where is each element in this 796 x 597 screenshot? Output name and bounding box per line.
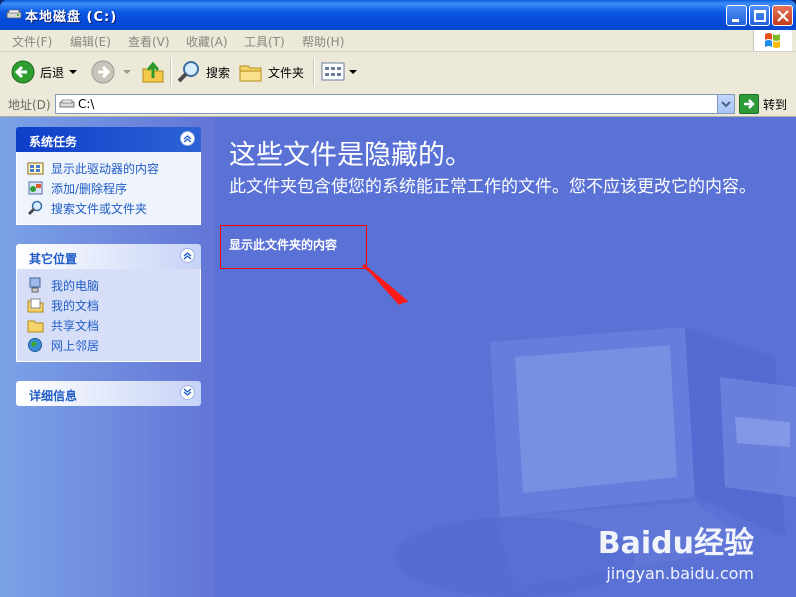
minimize-button[interactable]: [726, 5, 747, 26]
minimize-icon: [732, 19, 739, 22]
forward-arrow-icon: [91, 60, 115, 84]
search-files-link[interactable]: 搜索文件或文件夹: [17, 198, 200, 218]
drive-icon: [59, 99, 75, 108]
windows-logo: [753, 30, 792, 51]
back-arrow-icon: [11, 60, 35, 84]
system-tasks-panel: 系统任务 显示此驱动器的内容 添加/删除程序 搜索文件或文件夹: [16, 127, 201, 225]
address-input[interactable]: C:\: [55, 94, 735, 114]
toolbar: 后退 搜索 文件夹: [0, 52, 796, 93]
hidden-files-description: 此文件夹包含使您的系统能正常工作的文件。您不应该更改它的内容。: [229, 177, 756, 197]
menu-favorites[interactable]: 收藏(A): [186, 33, 228, 50]
menu-help[interactable]: 帮助(H): [302, 33, 344, 50]
up-folder-button[interactable]: [140, 58, 166, 86]
link-label: 搜索文件或文件夹: [51, 201, 148, 216]
up-folder-icon: [142, 61, 164, 83]
menu-bar: 文件(F) 编辑(E) 查看(V) 收藏(A) 工具(T) 帮助(H): [0, 30, 796, 52]
chevron-down-icon: [721, 101, 731, 108]
link-label: 我的电脑: [51, 278, 100, 293]
drive-icon: [6, 9, 22, 19]
search-button[interactable]: 搜索: [176, 58, 230, 86]
toolbar-separator: [170, 58, 172, 86]
go-button[interactable]: 转到: [739, 94, 787, 114]
panel-body: 我的电脑 我的文档 共享文档 网上邻居: [16, 269, 201, 362]
views-button[interactable]: [320, 58, 358, 86]
add-remove-programs-link[interactable]: 添加/删除程序: [17, 178, 200, 198]
chevron-down-icon: [349, 70, 357, 74]
baidu-watermark: Baidu经验 jingyan.baidu.com: [598, 518, 754, 583]
watermark-logo: Baidu经验: [597, 526, 754, 561]
panel-title: 详细信息: [29, 389, 78, 403]
collapse-icon[interactable]: [180, 248, 195, 263]
link-label: 显示此驱动器的内容: [51, 161, 160, 176]
my-computer-link[interactable]: 我的电脑: [17, 275, 200, 295]
address-value: C:\: [78, 97, 95, 111]
panel-header[interactable]: 详细信息: [16, 381, 201, 406]
my-computer-icon: [29, 277, 41, 293]
menu-tools[interactable]: 工具(T): [244, 33, 285, 50]
search-icon: [177, 61, 199, 83]
panel-title: 系统任务: [29, 135, 78, 149]
forward-button[interactable]: [90, 58, 132, 86]
window-title: 本地磁盘 (C:): [25, 10, 118, 25]
go-label: 转到: [763, 97, 788, 112]
explorer-window: 本地磁盘 (C:) 文件(F) 编辑(E) 查看(V) 收藏(A) 工具(T) …: [0, 0, 796, 597]
add-remove-programs-icon: [28, 181, 43, 195]
link-label: 我的文档: [51, 298, 100, 313]
panel-title: 其它位置: [29, 252, 78, 266]
shared-folder-icon: [27, 320, 44, 333]
expand-icon[interactable]: [180, 385, 195, 400]
shared-documents-link[interactable]: 共享文档: [17, 315, 200, 335]
link-label: 网上邻居: [51, 338, 100, 353]
show-drive-contents-link[interactable]: 显示此驱动器的内容: [17, 158, 200, 178]
watermark-url: jingyan.baidu.com: [606, 564, 754, 583]
network-globe-icon: [28, 338, 42, 352]
views-icon: [321, 62, 345, 81]
network-places-link[interactable]: 网上邻居: [17, 335, 200, 355]
close-icon: [777, 10, 789, 22]
details-panel: 详细信息: [16, 381, 201, 406]
maximize-button[interactable]: [749, 5, 770, 26]
panel-header[interactable]: 系统任务: [16, 127, 201, 152]
show-folder-contents-link[interactable]: 显示此文件夹的内容: [229, 236, 337, 253]
back-button[interactable]: 后退: [10, 58, 78, 86]
my-documents-icon: [27, 298, 44, 313]
address-dropdown[interactable]: [717, 95, 734, 113]
close-button[interactable]: [772, 5, 793, 26]
my-documents-link[interactable]: 我的文档: [17, 295, 200, 315]
menu-view[interactable]: 查看(V): [128, 33, 170, 50]
address-bar: 地址(D) C:\ 转到: [0, 92, 796, 117]
toolbar-separator: [313, 58, 315, 86]
menu-edit[interactable]: 编辑(E): [70, 33, 111, 50]
chevron-down-icon: [69, 70, 78, 74]
maximize-icon: [754, 10, 766, 22]
hidden-files-title: 这些文件是隐藏的。: [229, 140, 472, 171]
show-contents-icon: [27, 162, 44, 175]
link-label: 添加/删除程序: [51, 181, 128, 196]
windows-flag-icon: [765, 33, 780, 48]
panel-header[interactable]: 其它位置: [16, 244, 201, 269]
task-pane: 系统任务 显示此驱动器的内容 添加/删除程序 搜索文件或文件夹 其它位置 我的电…: [0, 117, 215, 597]
link-label: 共享文档: [51, 318, 100, 333]
other-places-panel: 其它位置 我的电脑 我的文档 共享文档 网上邻居: [16, 244, 201, 362]
panel-body: 显示此驱动器的内容 添加/删除程序 搜索文件或文件夹: [16, 152, 201, 225]
search-label: 搜索: [206, 65, 231, 80]
address-label: 地址(D): [8, 98, 51, 112]
folders-label: 文件夹: [268, 65, 305, 80]
title-bar[interactable]: 本地磁盘 (C:): [0, 0, 796, 30]
content-pane: 这些文件是隐藏的。 此文件夹包含使您的系统能正常工作的文件。您不应该更改它的内容…: [215, 117, 796, 597]
collapse-icon[interactable]: [180, 131, 195, 146]
search-icon: [27, 200, 43, 216]
red-arrow-annotation: [362, 263, 408, 305]
menu-file[interactable]: 文件(F): [12, 33, 52, 50]
back-label: 后退: [40, 65, 65, 80]
folder-icon: [239, 65, 262, 82]
chevron-down-icon: [123, 70, 131, 74]
go-arrow-icon: [739, 94, 759, 114]
folders-button[interactable]: 文件夹: [238, 58, 304, 86]
